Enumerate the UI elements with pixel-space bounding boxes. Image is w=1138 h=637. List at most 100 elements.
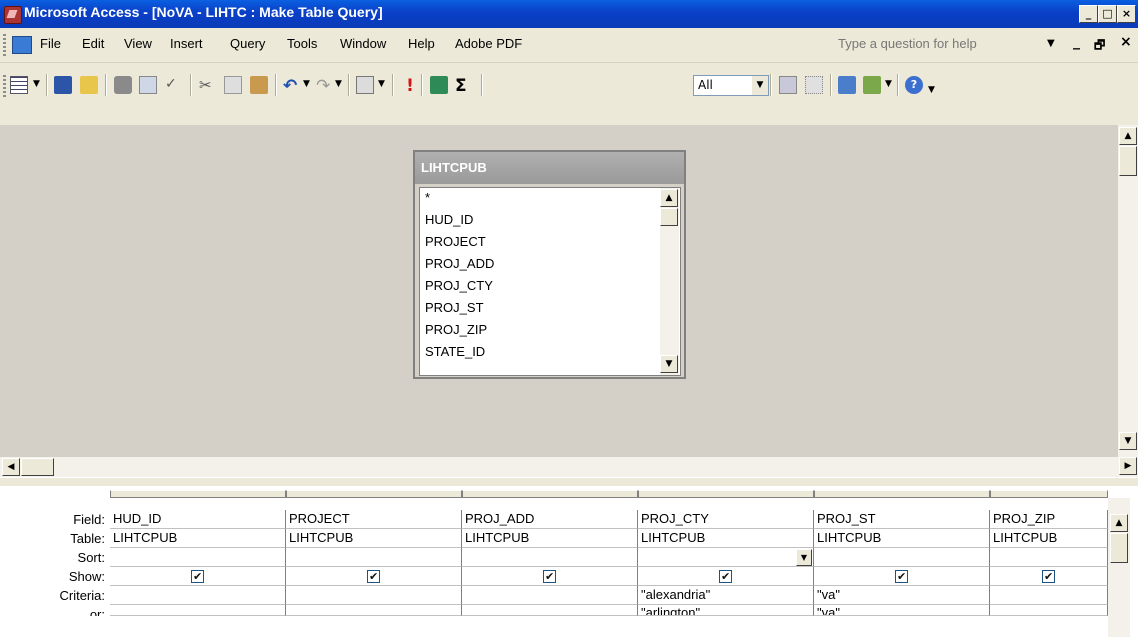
or-cell[interactable] bbox=[110, 605, 286, 616]
mdi-close-button[interactable]: × bbox=[1120, 34, 1132, 50]
menu-grip[interactable] bbox=[3, 34, 6, 56]
criteria-cell[interactable] bbox=[462, 586, 638, 605]
view-dropdown-icon[interactable]: ▼ bbox=[33, 79, 40, 89]
sort-dropdown-icon[interactable]: ▼ bbox=[796, 549, 812, 566]
table-field-list[interactable]: LIHTCPUB * HUD_ID PROJECT PROJ_ADD PROJ_… bbox=[413, 150, 686, 379]
field-cell[interactable]: HUD_ID bbox=[110, 510, 286, 529]
query-design-grid[interactable]: Field: Table: Sort: Show: Criteria: or: … bbox=[0, 486, 1138, 637]
menu-help[interactable]: Help bbox=[408, 36, 435, 51]
show-cell[interactable] bbox=[638, 567, 814, 586]
criteria-cell[interactable]: "va" bbox=[814, 586, 990, 605]
menu-file[interactable]: File bbox=[40, 36, 61, 51]
table-cell[interactable]: LIHTCPUB bbox=[990, 529, 1108, 548]
field-item[interactable]: PROJ_ZIP bbox=[425, 322, 487, 337]
show-table-icon[interactable] bbox=[430, 76, 448, 94]
spelling-icon[interactable]: ✓ bbox=[165, 76, 183, 94]
column-selector[interactable] bbox=[110, 490, 286, 498]
field-item[interactable]: PROJ_ADD bbox=[425, 256, 494, 271]
column-selector[interactable] bbox=[286, 490, 462, 498]
criteria-cell[interactable]: "alexandria" bbox=[638, 586, 814, 605]
help-dropdown-icon[interactable]: ▼ bbox=[1047, 38, 1055, 49]
new-object-icon[interactable] bbox=[863, 76, 881, 94]
scroll-right-button[interactable]: ▶ bbox=[1119, 457, 1137, 475]
scroll-thumb[interactable] bbox=[1119, 146, 1137, 176]
scroll-up-button[interactable]: ▲ bbox=[1119, 127, 1137, 145]
toolbar-options-icon[interactable]: ▼ bbox=[928, 85, 935, 95]
show-cell[interactable] bbox=[814, 567, 990, 586]
print-icon[interactable] bbox=[114, 76, 132, 94]
field-item[interactable]: PROJECT bbox=[425, 234, 486, 249]
field-item[interactable]: PROJ_ST bbox=[425, 300, 484, 315]
field-item[interactable]: * bbox=[425, 190, 430, 205]
sort-cell[interactable] bbox=[462, 548, 638, 567]
column-selector[interactable] bbox=[638, 490, 814, 498]
field-list-scrollbar[interactable]: ▲ ▼ bbox=[660, 188, 679, 375]
undo-icon[interactable]: ↶ bbox=[283, 76, 301, 96]
grid-scroll-thumb[interactable] bbox=[1110, 533, 1128, 563]
field-item[interactable]: PROJ_CTY bbox=[425, 278, 493, 293]
menu-insert[interactable]: Insert bbox=[170, 36, 203, 51]
or-cell[interactable]: "va" bbox=[814, 605, 990, 616]
sort-cell[interactable] bbox=[990, 548, 1108, 567]
show-checkbox[interactable] bbox=[719, 568, 732, 585]
redo-icon[interactable]: ↷ bbox=[316, 76, 334, 96]
help-icon[interactable]: ? bbox=[905, 76, 923, 94]
scroll-down-button[interactable]: ▼ bbox=[1119, 432, 1137, 450]
menu-tools[interactable]: Tools bbox=[287, 36, 317, 51]
query-type-icon[interactable] bbox=[356, 76, 374, 94]
show-checkbox[interactable] bbox=[1042, 568, 1055, 585]
grid-vertical-scrollbar[interactable]: ▲ bbox=[1108, 498, 1130, 637]
field-list-scroll-thumb[interactable] bbox=[660, 208, 678, 226]
show-checkbox[interactable] bbox=[191, 568, 204, 585]
or-cell[interactable]: "arlington" bbox=[638, 605, 814, 616]
menu-query[interactable]: Query bbox=[230, 36, 265, 51]
column-selector[interactable] bbox=[462, 490, 638, 498]
or-cell[interactable] bbox=[286, 605, 462, 616]
minimize-button[interactable]: _ bbox=[1079, 5, 1098, 23]
sort-cell[interactable] bbox=[110, 548, 286, 567]
criteria-cell[interactable] bbox=[990, 586, 1108, 605]
field-cell[interactable]: PROJECT bbox=[286, 510, 462, 529]
show-cell[interactable] bbox=[286, 567, 462, 586]
sort-cell[interactable] bbox=[638, 548, 814, 567]
field-list-title[interactable]: LIHTCPUB bbox=[415, 152, 684, 184]
field-list-scroll-down-button[interactable]: ▼ bbox=[660, 355, 678, 373]
field-list-box[interactable]: * HUD_ID PROJECT PROJ_ADD PROJ_CTY PROJ_… bbox=[419, 187, 681, 376]
column-selector[interactable] bbox=[814, 490, 990, 498]
help-search-input[interactable]: Type a question for help bbox=[838, 36, 977, 51]
print-preview-icon[interactable] bbox=[139, 76, 157, 94]
table-pane-vertical-scrollbar[interactable]: ▲ ▼ ▶ bbox=[1118, 125, 1138, 477]
field-item[interactable]: HUD_ID bbox=[425, 212, 473, 227]
undo-dropdown-icon[interactable]: ▼ bbox=[303, 79, 310, 89]
show-checkbox[interactable] bbox=[543, 568, 556, 585]
maximize-button[interactable]: □ bbox=[1098, 5, 1117, 23]
field-item[interactable]: STATE_ID bbox=[425, 344, 485, 359]
grid-scroll-up-button[interactable]: ▲ bbox=[1110, 514, 1128, 532]
top-values-combo[interactable]: All ▼ bbox=[693, 75, 769, 96]
sort-cell[interactable] bbox=[286, 548, 462, 567]
show-cell[interactable] bbox=[990, 567, 1108, 586]
build-icon[interactable] bbox=[805, 76, 823, 94]
field-cell[interactable]: PROJ_CTY bbox=[638, 510, 814, 529]
top-values-dropdown-icon[interactable]: ▼ bbox=[752, 76, 768, 95]
totals-icon[interactable]: Σ bbox=[455, 76, 473, 96]
menu-adobe-pdf[interactable]: Adobe PDF bbox=[455, 36, 522, 51]
show-checkbox[interactable] bbox=[895, 568, 908, 585]
table-pane-horizontal-scrollbar[interactable]: ◀ bbox=[0, 457, 1118, 477]
show-cell[interactable] bbox=[110, 567, 286, 586]
scroll-left-button[interactable]: ◀ bbox=[2, 458, 20, 476]
query-type-dropdown-icon[interactable]: ▼ bbox=[378, 79, 385, 89]
properties-icon[interactable] bbox=[779, 76, 797, 94]
paste-icon[interactable] bbox=[250, 76, 268, 94]
query-window-icon[interactable] bbox=[12, 36, 32, 54]
show-checkbox[interactable] bbox=[367, 568, 380, 585]
table-cell[interactable]: LIHTCPUB bbox=[462, 529, 638, 548]
table-cell[interactable]: LIHTCPUB bbox=[286, 529, 462, 548]
horizontal-scroll-thumb[interactable] bbox=[21, 458, 54, 476]
run-icon[interactable]: ! bbox=[401, 76, 419, 96]
new-object-dropdown-icon[interactable]: ▼ bbox=[885, 79, 892, 89]
database-window-icon[interactable] bbox=[838, 76, 856, 94]
table-cell[interactable]: LIHTCPUB bbox=[814, 529, 990, 548]
criteria-cell[interactable] bbox=[286, 586, 462, 605]
table-cell[interactable]: LIHTCPUB bbox=[638, 529, 814, 548]
